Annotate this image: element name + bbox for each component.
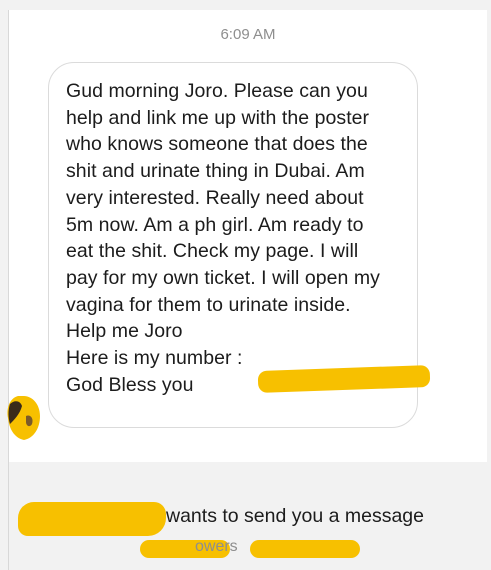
message-line: help and link me up with the poster [66,106,370,129]
message-line: vagina for them to urinate inside. [66,293,351,316]
message-line: shit and urinate thing in Dubai. Am [66,160,365,183]
message-line: pay for my own ticket. I will open my [66,266,380,289]
followers-redaction-right [250,540,360,558]
message-line: eat the shit. Check my page. I will [66,240,359,263]
message-text: Gud morning Joro. Please can you help an… [66,78,403,398]
message-line: who knows someone that does the [66,133,368,156]
message-line: Help me Joro [66,320,183,343]
username-redaction [18,502,166,536]
message-line: 5m now. Am a ph girl. Am ready to [66,213,364,236]
followers-count: owers [195,538,238,555]
message-line: very interested. Really need about [66,186,364,209]
message-timestamp: 6:09 AM [220,26,276,43]
message-line: Gud morning Joro. Please can you [66,80,368,102]
sender-avatar[interactable] [4,394,44,442]
avatar-redaction-icon [7,396,40,440]
message-request-text: wants to send you a message [166,505,424,527]
